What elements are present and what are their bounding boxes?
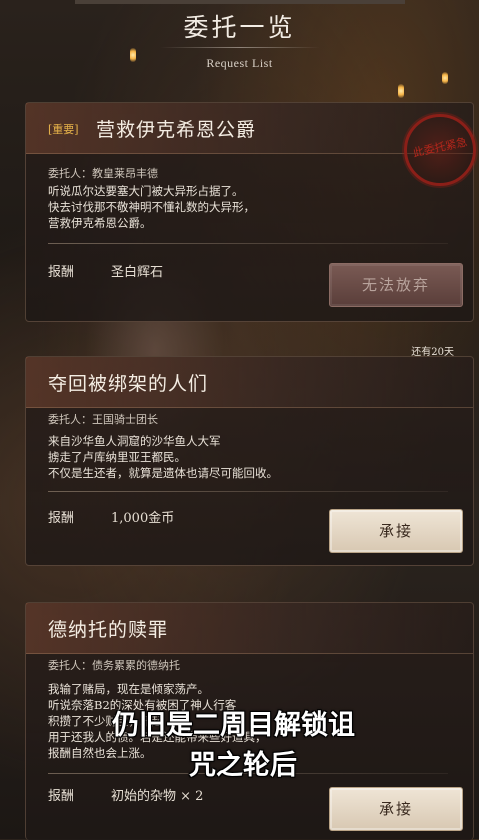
reward-label: 报酬 bbox=[48, 789, 75, 804]
client-name: 教皇莱昂丰德 bbox=[92, 167, 158, 180]
client-name: 王国骑士团长 bbox=[92, 413, 158, 426]
quest-divider bbox=[48, 243, 448, 244]
header-divider-left bbox=[160, 47, 240, 48]
reward-label: 报酬 bbox=[48, 265, 75, 280]
cannot-abandon-button[interactable]: 无法放弃 bbox=[329, 263, 463, 307]
reward-label: 报酬 bbox=[48, 511, 75, 526]
quest-card-2-header: 夺回被绑架的人们 bbox=[26, 357, 473, 408]
client-label: 委托人： bbox=[48, 413, 92, 426]
page-subtitle: Request List bbox=[206, 56, 273, 70]
quest-description: 听说瓜尔达要塞大门被大异形占据了。 快去讨伐那不敬神明不懂礼数的大异形， 营救伊… bbox=[48, 184, 255, 230]
quest-client: 委托人：王国骑士团长 bbox=[48, 411, 158, 427]
quest-client: 委托人：教皇莱昂丰德 bbox=[48, 165, 158, 181]
quest-card-3-header: 德纳托的赎罪 bbox=[26, 603, 473, 654]
quest-title: 营救伊克希恩公爵 bbox=[96, 119, 257, 141]
client-name: 债务累累的德纳托 bbox=[92, 659, 180, 672]
page-title: 委托一览 bbox=[183, 13, 296, 42]
accept-button[interactable]: 承接 bbox=[329, 509, 463, 553]
reward-value: 圣白辉石 bbox=[111, 265, 164, 280]
quest-title: 夺回被绑架的人们 bbox=[48, 373, 209, 395]
desc-line: 我输了赌局，现在是倾家荡产。 bbox=[48, 682, 209, 696]
client-label: 委托人： bbox=[48, 167, 92, 180]
accept-button[interactable]: 承接 bbox=[329, 787, 463, 831]
quest-client: 委托人：债务累累的德纳托 bbox=[48, 657, 180, 673]
quest-card-2[interactable]: 夺回被绑架的人们 委托人：王国骑士团长 来自沙华鱼人洞窟的沙华鱼人大军 掳走了卢… bbox=[25, 356, 474, 566]
quest-divider bbox=[48, 491, 448, 492]
client-label: 委托人： bbox=[48, 659, 92, 672]
header-divider-right bbox=[240, 47, 320, 48]
quest-title: 德纳托的赎罪 bbox=[48, 619, 169, 641]
video-subtitle-line-1: 仍旧是二周目解锁诅 bbox=[112, 710, 355, 741]
quest-description: 来自沙华鱼人洞窟的沙华鱼人大军 掳走了卢库纳里亚王都民。 不仅是生还者，就算是遗… bbox=[48, 434, 278, 480]
candle-flame-right bbox=[398, 84, 404, 98]
video-subtitle-line-2: 咒之轮后 bbox=[189, 750, 297, 781]
urgent-seal-icon: 此委托紧急 bbox=[404, 114, 476, 186]
seal-text: 此委托紧急 bbox=[411, 135, 469, 160]
reward-value: 初始的杂物 × 2 bbox=[111, 789, 204, 804]
reward-value: 1,000金币 bbox=[111, 511, 175, 526]
important-badge: [重要] bbox=[48, 123, 79, 136]
header: 委托一览 Request List bbox=[0, 0, 479, 80]
